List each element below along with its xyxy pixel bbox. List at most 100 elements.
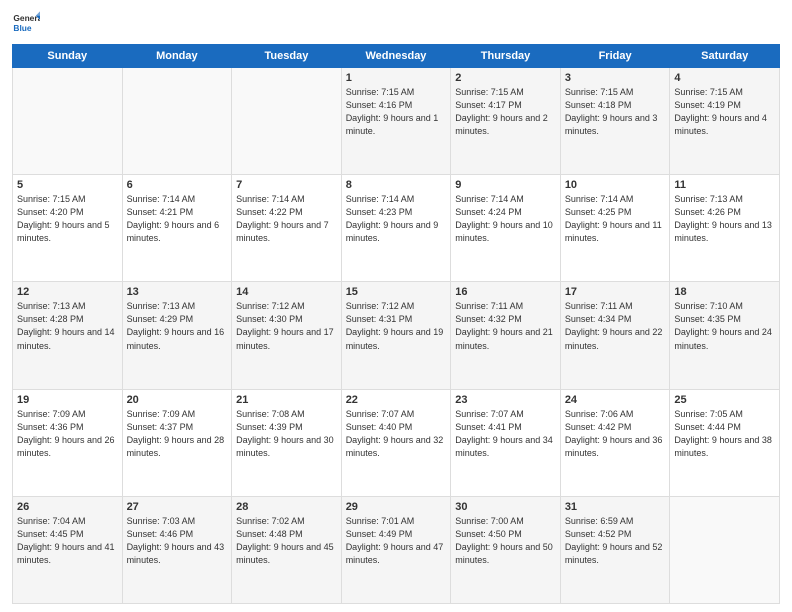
day-number: 22	[346, 394, 447, 406]
weekday-header-tuesday: Tuesday	[232, 45, 342, 68]
day-info: Sunrise: 7:15 AM Sunset: 4:18 PM Dayligh…	[565, 86, 666, 138]
week-row-3: 12 Sunrise: 7:13 AM Sunset: 4:28 PM Dayli…	[13, 282, 780, 389]
calendar-cell	[670, 496, 780, 603]
day-info: Sunrise: 7:06 AM Sunset: 4:42 PM Dayligh…	[565, 408, 666, 460]
day-number: 3	[565, 72, 666, 84]
day-number: 17	[565, 286, 666, 298]
day-info: Sunrise: 7:12 AM Sunset: 4:30 PM Dayligh…	[236, 300, 337, 352]
day-info: Sunrise: 7:11 AM Sunset: 4:34 PM Dayligh…	[565, 300, 666, 352]
calendar-cell: 21 Sunrise: 7:08 AM Sunset: 4:39 PM Dayli…	[232, 389, 342, 496]
calendar-cell: 11 Sunrise: 7:13 AM Sunset: 4:26 PM Dayli…	[670, 175, 780, 282]
calendar-cell: 28 Sunrise: 7:02 AM Sunset: 4:48 PM Dayli…	[232, 496, 342, 603]
day-info: Sunrise: 7:09 AM Sunset: 4:37 PM Dayligh…	[127, 408, 228, 460]
day-info: Sunrise: 7:14 AM Sunset: 4:23 PM Dayligh…	[346, 193, 447, 245]
day-number: 29	[346, 501, 447, 513]
day-number: 8	[346, 179, 447, 191]
day-info: Sunrise: 7:15 AM Sunset: 4:17 PM Dayligh…	[455, 86, 556, 138]
weekday-header-row: SundayMondayTuesdayWednesdayThursdayFrid…	[13, 45, 780, 68]
calendar-cell: 1 Sunrise: 7:15 AM Sunset: 4:16 PM Daylig…	[341, 68, 451, 175]
calendar-cell: 27 Sunrise: 7:03 AM Sunset: 4:46 PM Dayli…	[122, 496, 232, 603]
calendar-cell: 30 Sunrise: 7:00 AM Sunset: 4:50 PM Dayli…	[451, 496, 561, 603]
day-info: Sunrise: 7:04 AM Sunset: 4:45 PM Dayligh…	[17, 515, 118, 567]
day-number: 16	[455, 286, 556, 298]
day-number: 2	[455, 72, 556, 84]
page-container: General Blue SundayMondayTuesdayWednesda…	[0, 0, 792, 612]
day-info: Sunrise: 7:07 AM Sunset: 4:40 PM Dayligh…	[346, 408, 447, 460]
day-info: Sunrise: 7:15 AM Sunset: 4:20 PM Dayligh…	[17, 193, 118, 245]
weekday-header-sunday: Sunday	[13, 45, 123, 68]
calendar-cell: 14 Sunrise: 7:12 AM Sunset: 4:30 PM Dayli…	[232, 282, 342, 389]
day-info: Sunrise: 7:14 AM Sunset: 4:21 PM Dayligh…	[127, 193, 228, 245]
day-info: Sunrise: 7:15 AM Sunset: 4:16 PM Dayligh…	[346, 86, 447, 138]
calendar-cell: 13 Sunrise: 7:13 AM Sunset: 4:29 PM Dayli…	[122, 282, 232, 389]
header: General Blue	[12, 10, 780, 38]
day-info: Sunrise: 7:12 AM Sunset: 4:31 PM Dayligh…	[346, 300, 447, 352]
day-info: Sunrise: 7:07 AM Sunset: 4:41 PM Dayligh…	[455, 408, 556, 460]
day-number: 14	[236, 286, 337, 298]
svg-text:General: General	[13, 13, 40, 23]
day-number: 23	[455, 394, 556, 406]
calendar-cell: 9 Sunrise: 7:14 AM Sunset: 4:24 PM Daylig…	[451, 175, 561, 282]
calendar-cell: 19Sunrise: 7:09 AM Sunset: 4:36 PM Dayli…	[13, 389, 123, 496]
logo: General Blue	[12, 10, 40, 38]
calendar-cell: 18 Sunrise: 7:10 AM Sunset: 4:35 PM Dayli…	[670, 282, 780, 389]
day-number: 18	[674, 286, 775, 298]
day-info: Sunrise: 7:13 AM Sunset: 4:28 PM Dayligh…	[17, 300, 118, 352]
day-number: 27	[127, 501, 228, 513]
day-info: Sunrise: 7:14 AM Sunset: 4:25 PM Dayligh…	[565, 193, 666, 245]
day-number: 5	[17, 179, 118, 191]
day-number: 1	[346, 72, 447, 84]
day-info: Sunrise: 7:13 AM Sunset: 4:26 PM Dayligh…	[674, 193, 775, 245]
day-number: 12	[17, 286, 118, 298]
calendar-cell: 26 Sunrise: 7:04 AM Sunset: 4:45 PM Dayli…	[13, 496, 123, 603]
weekday-header-thursday: Thursday	[451, 45, 561, 68]
day-info: Sunrise: 7:14 AM Sunset: 4:24 PM Dayligh…	[455, 193, 556, 245]
day-info: Sunrise: 7:08 AM Sunset: 4:39 PM Dayligh…	[236, 408, 337, 460]
calendar-cell	[13, 68, 123, 175]
day-info: Sunrise: 7:03 AM Sunset: 4:46 PM Dayligh…	[127, 515, 228, 567]
calendar-cell: 16 Sunrise: 7:11 AM Sunset: 4:32 PM Dayli…	[451, 282, 561, 389]
calendar-cell	[232, 68, 342, 175]
logo-icon: General Blue	[12, 10, 40, 38]
day-info: Sunrise: 7:02 AM Sunset: 4:48 PM Dayligh…	[236, 515, 337, 567]
calendar-cell: 22 Sunrise: 7:07 AM Sunset: 4:40 PM Dayli…	[341, 389, 451, 496]
weekday-header-saturday: Saturday	[670, 45, 780, 68]
day-info: Sunrise: 7:01 AM Sunset: 4:49 PM Dayligh…	[346, 515, 447, 567]
day-info: Sunrise: 7:13 AM Sunset: 4:29 PM Dayligh…	[127, 300, 228, 352]
day-number: 13	[127, 286, 228, 298]
day-number: 4	[674, 72, 775, 84]
week-row-1: 1 Sunrise: 7:15 AM Sunset: 4:16 PM Daylig…	[13, 68, 780, 175]
week-row-4: 19Sunrise: 7:09 AM Sunset: 4:36 PM Dayli…	[13, 389, 780, 496]
day-info: Sunrise: 6:59 AM Sunset: 4:52 PM Dayligh…	[565, 515, 666, 567]
week-row-5: 26 Sunrise: 7:04 AM Sunset: 4:45 PM Dayli…	[13, 496, 780, 603]
calendar-cell: 25 Sunrise: 7:05 AM Sunset: 4:44 PM Dayli…	[670, 389, 780, 496]
day-number: 24	[565, 394, 666, 406]
day-number: 19	[17, 394, 118, 406]
day-info: Sunrise: 7:05 AM Sunset: 4:44 PM Dayligh…	[674, 408, 775, 460]
day-number: 7	[236, 179, 337, 191]
day-number: 30	[455, 501, 556, 513]
day-number: 15	[346, 286, 447, 298]
day-info: Sunrise: 7:11 AM Sunset: 4:32 PM Dayligh…	[455, 300, 556, 352]
day-number: 25	[674, 394, 775, 406]
calendar-cell: 8 Sunrise: 7:14 AM Sunset: 4:23 PM Daylig…	[341, 175, 451, 282]
day-number: 11	[674, 179, 775, 191]
calendar-cell: 2 Sunrise: 7:15 AM Sunset: 4:17 PM Daylig…	[451, 68, 561, 175]
calendar-cell: 20Sunrise: 7:09 AM Sunset: 4:37 PM Dayli…	[122, 389, 232, 496]
day-number: 28	[236, 501, 337, 513]
calendar-cell: 15 Sunrise: 7:12 AM Sunset: 4:31 PM Dayli…	[341, 282, 451, 389]
day-number: 10	[565, 179, 666, 191]
day-number: 6	[127, 179, 228, 191]
day-info: Sunrise: 7:00 AM Sunset: 4:50 PM Dayligh…	[455, 515, 556, 567]
calendar-cell: 31Sunrise: 6:59 AM Sunset: 4:52 PM Dayli…	[560, 496, 670, 603]
day-number: 9	[455, 179, 556, 191]
calendar-cell: 5 Sunrise: 7:15 AM Sunset: 4:20 PM Daylig…	[13, 175, 123, 282]
day-info: Sunrise: 7:10 AM Sunset: 4:35 PM Dayligh…	[674, 300, 775, 352]
calendar-cell: 12 Sunrise: 7:13 AM Sunset: 4:28 PM Dayli…	[13, 282, 123, 389]
day-number: 21	[236, 394, 337, 406]
day-number: 26	[17, 501, 118, 513]
calendar-cell: 23 Sunrise: 7:07 AM Sunset: 4:41 PM Dayli…	[451, 389, 561, 496]
calendar-cell: 17 Sunrise: 7:11 AM Sunset: 4:34 PM Dayli…	[560, 282, 670, 389]
calendar-cell	[122, 68, 232, 175]
calendar-cell: 24 Sunrise: 7:06 AM Sunset: 4:42 PM Dayli…	[560, 389, 670, 496]
